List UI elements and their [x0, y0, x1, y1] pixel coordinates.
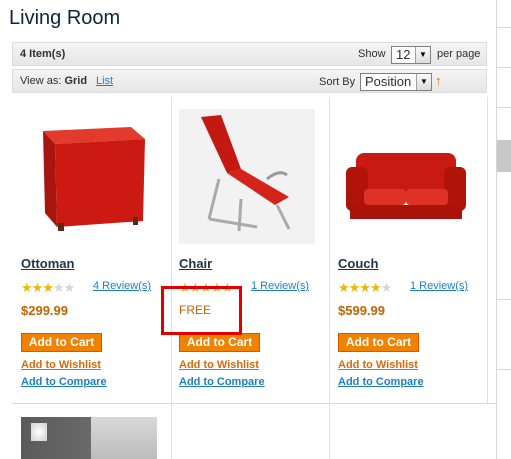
- grid-divider: [12, 403, 496, 404]
- rating-stars: ★★★★★: [338, 280, 392, 295]
- product-item: Chair ★★★★★ 1 Review(s) FREE Add to Cart…: [170, 97, 328, 403]
- add-to-compare-link[interactable]: Add to Compare: [21, 376, 107, 388]
- add-to-cart-button[interactable]: Add to Cart: [21, 333, 102, 352]
- product-name-link[interactable]: Chair: [179, 256, 212, 271]
- right-sidebar-edge: [496, 0, 511, 459]
- product-item: Ottoman ★★★★★ 4 Review(s) $299.99 Add to…: [12, 97, 170, 403]
- product-image[interactable]: [21, 109, 157, 244]
- sorter-toolbar: View as: Grid List Sort By Position ▼ ↑: [12, 69, 487, 93]
- view-as-label: View as:: [20, 75, 62, 87]
- product-price: $599.99: [338, 303, 385, 318]
- product-name-link[interactable]: Couch: [338, 256, 378, 271]
- grid-divider: [487, 97, 488, 403]
- reviews-link[interactable]: 1 Review(s): [251, 280, 309, 292]
- sort-by-select[interactable]: Position ▼: [360, 73, 432, 91]
- product-price: $299.99: [21, 303, 68, 318]
- chevron-down-icon[interactable]: ▼: [415, 47, 430, 63]
- show-label: Show: [358, 48, 386, 60]
- pager-toolbar: 4 Item(s) Show 12 ▼ per page: [12, 42, 487, 66]
- items-count: 4 Item(s): [20, 48, 66, 60]
- per-page-label: per page: [437, 48, 481, 60]
- wall-graphic: [91, 417, 157, 459]
- add-to-compare-link[interactable]: Add to Compare: [338, 376, 424, 388]
- sort-value: Position: [365, 74, 412, 89]
- add-to-compare-link[interactable]: Add to Compare: [179, 376, 265, 388]
- add-to-cart-button[interactable]: Add to Cart: [179, 333, 260, 352]
- add-to-wishlist-link[interactable]: Add to Wishlist: [338, 359, 418, 371]
- arrow-up-icon[interactable]: ↑: [435, 73, 442, 88]
- rating-stars: ★★★★★: [21, 280, 75, 295]
- limit-value: 12: [396, 47, 411, 62]
- highlight-annotation: [161, 286, 242, 335]
- reviews-link[interactable]: 4 Review(s): [93, 280, 151, 292]
- add-to-wishlist-link[interactable]: Add to Wishlist: [179, 359, 259, 371]
- add-to-cart-button[interactable]: Add to Cart: [338, 333, 419, 352]
- sort-by-label: Sort By: [319, 76, 356, 88]
- product-item: Couch ★★★★★ 1 Review(s) $599.99 Add to C…: [329, 97, 487, 403]
- reviews-link[interactable]: 1 Review(s): [410, 280, 468, 292]
- view-grid-current: Grid: [64, 75, 88, 87]
- product-image[interactable]: [179, 109, 315, 244]
- add-to-wishlist-link[interactable]: Add to Wishlist: [21, 359, 101, 371]
- lamp-graphic: [31, 423, 47, 441]
- view-list-link[interactable]: List: [96, 75, 113, 87]
- product-image[interactable]: [338, 109, 474, 244]
- chevron-down-icon[interactable]: ▼: [416, 74, 431, 90]
- product-image[interactable]: [21, 417, 157, 459]
- product-name-link[interactable]: Ottoman: [21, 256, 74, 271]
- page-title: Living Room: [9, 7, 121, 29]
- view-mode: View as: Grid: [20, 75, 87, 87]
- limit-select[interactable]: 12 ▼: [391, 46, 431, 64]
